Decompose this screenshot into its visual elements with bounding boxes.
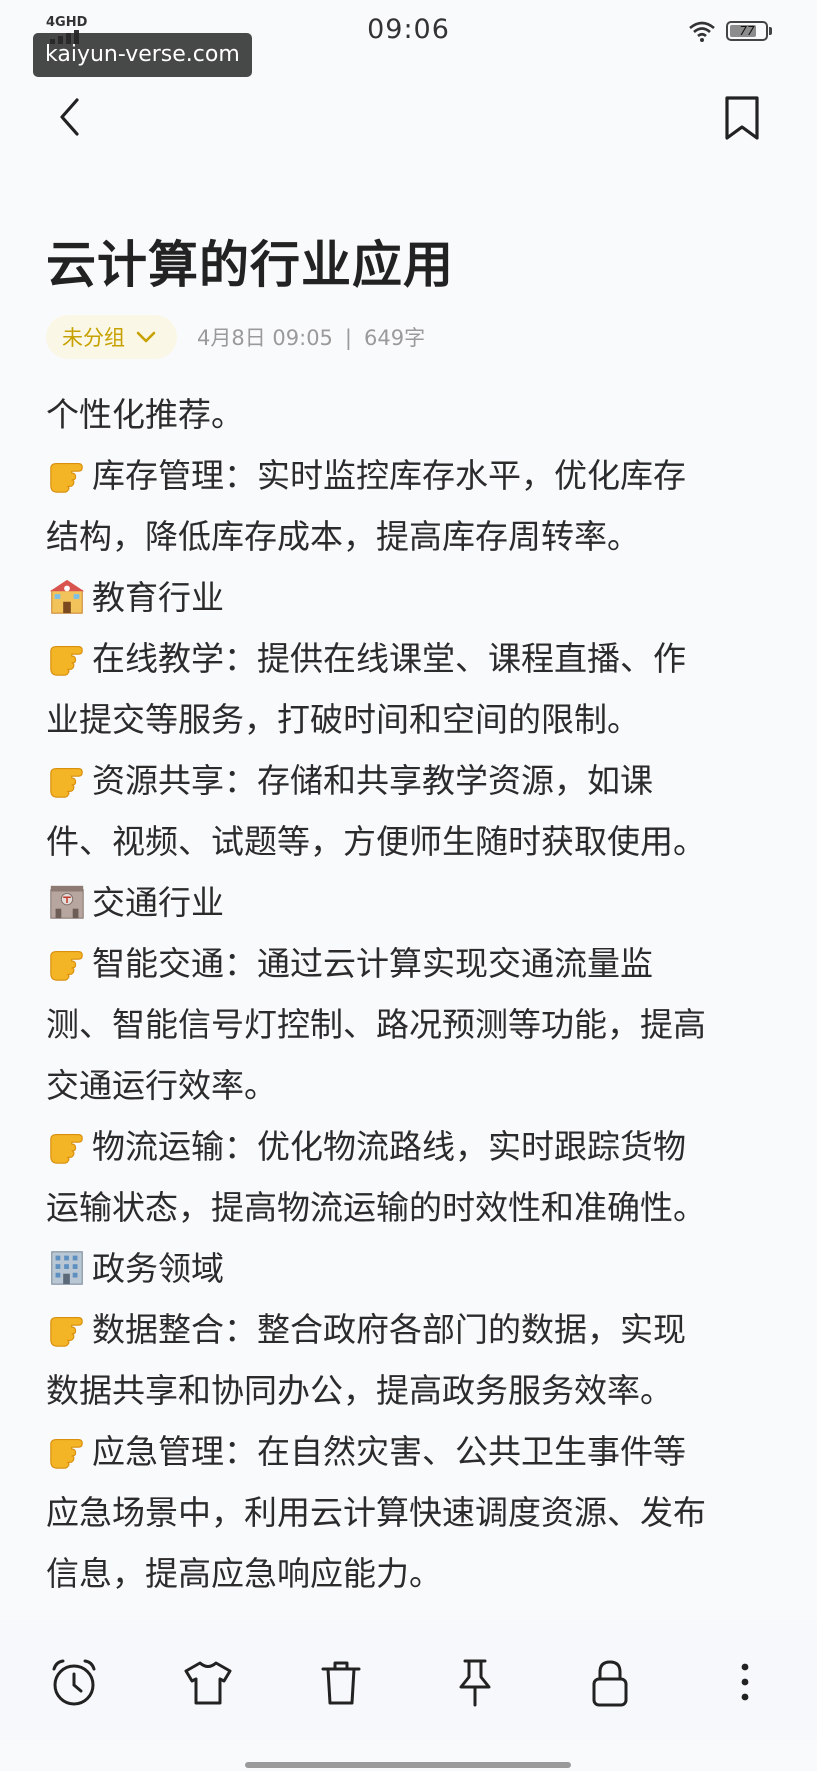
content-line: 业提交等服务，打破时间和空间的限制。 xyxy=(46,700,640,739)
content-line: 智能交通：通过云计算实现交通流量监 xyxy=(46,933,786,994)
office-building-icon xyxy=(51,1251,83,1285)
bookmark-button[interactable] xyxy=(722,94,762,144)
group-label: 未分组 xyxy=(62,326,125,350)
pointing-hand-icon xyxy=(50,463,83,493)
more-button[interactable] xyxy=(717,1655,773,1711)
pin-icon xyxy=(459,1659,491,1707)
content-line: 物流运输：优化物流路线，实时跟踪货物 xyxy=(46,1116,786,1177)
back-button[interactable] xyxy=(52,92,92,142)
delete-button[interactable] xyxy=(313,1655,369,1711)
content-heading: 交通行业 xyxy=(46,872,786,933)
pointing-hand-icon xyxy=(50,1133,83,1164)
reminder-button[interactable] xyxy=(46,1655,102,1711)
pointing-hand-icon xyxy=(50,645,83,676)
pin-button[interactable] xyxy=(447,1655,503,1711)
content-line: 测、智能信号灯控制、路况预测等功能，提高 xyxy=(46,1005,706,1044)
note-content[interactable]: 个性化推荐。 库存管理：实时监控库存水平，优化库存 结构，降低库存成本，提高库存… xyxy=(46,384,786,1604)
content-line: 数据整合：整合政府各部门的数据，实现 xyxy=(46,1299,786,1360)
battery-icon: 77 xyxy=(726,21,772,41)
note-date: 4月8日 09:05 xyxy=(197,326,333,350)
content-line: 结构，降低库存成本，提高库存周转率。 xyxy=(46,517,640,556)
lock-icon xyxy=(592,1660,628,1707)
battery-tip xyxy=(769,27,772,35)
group-selector[interactable]: 未分组 xyxy=(46,315,177,359)
theme-button[interactable] xyxy=(180,1655,236,1711)
watermark: kaiyun-verse.com xyxy=(33,33,252,77)
meta-separator: | xyxy=(344,326,352,350)
trash-icon xyxy=(321,1661,361,1705)
school-building-icon xyxy=(49,579,85,614)
bookmark-icon xyxy=(725,96,759,140)
station-building-icon xyxy=(50,885,84,919)
note-info: 4月8日 09:05 | 649字 xyxy=(197,322,425,352)
chevron-down-icon xyxy=(136,331,156,343)
content-line: 库存管理：实时监控库存水平，优化库存 xyxy=(46,445,786,506)
bottom-toolbar xyxy=(0,1620,817,1740)
alarm-clock-icon xyxy=(52,1659,96,1706)
content-heading: 政务领域 xyxy=(46,1238,786,1299)
content-heading: 教育行业 xyxy=(46,567,786,628)
content-line: 应急管理：在自然灾害、公共卫生事件等 xyxy=(46,1421,786,1482)
content-line: 信息，提高应急响应能力。 xyxy=(46,1554,442,1593)
pointing-hand-icon xyxy=(50,950,83,981)
content-line: 应急场景中，利用云计算快速调度资源、发布 xyxy=(46,1493,706,1532)
more-vertical-icon xyxy=(741,1663,749,1701)
pointing-hand-icon xyxy=(50,767,83,798)
home-indicator[interactable] xyxy=(245,1762,571,1768)
content-line: 在线教学：提供在线课堂、课程直播、作 xyxy=(46,628,786,689)
content-line: 件、视频、试题等，方便师生随时获取使用。 xyxy=(46,822,706,861)
lock-button[interactable] xyxy=(582,1655,638,1711)
pointing-hand-icon xyxy=(50,1438,83,1469)
chevron-left-icon xyxy=(60,98,79,136)
word-count: 649字 xyxy=(364,326,426,350)
content-line: 数据共享和协同办公，提高政务服务效率。 xyxy=(46,1371,673,1410)
content-line: 运输状态，提高物流运输的时效性和准确性。 xyxy=(46,1188,706,1227)
pointing-hand-icon xyxy=(50,1316,83,1347)
content-line: 交通运行效率。 xyxy=(46,1066,277,1105)
wifi-icon xyxy=(689,21,715,42)
tshirt-icon xyxy=(184,1661,232,1705)
note-meta: 未分组 4月8日 09:05 | 649字 xyxy=(46,315,425,359)
content-line: 个性化推荐。 xyxy=(46,395,244,434)
content-line: 资源共享：存储和共享教学资源，如课 xyxy=(46,750,786,811)
note-title: 云计算的行业应用 xyxy=(46,236,454,294)
battery-percent: 77 xyxy=(739,24,755,38)
